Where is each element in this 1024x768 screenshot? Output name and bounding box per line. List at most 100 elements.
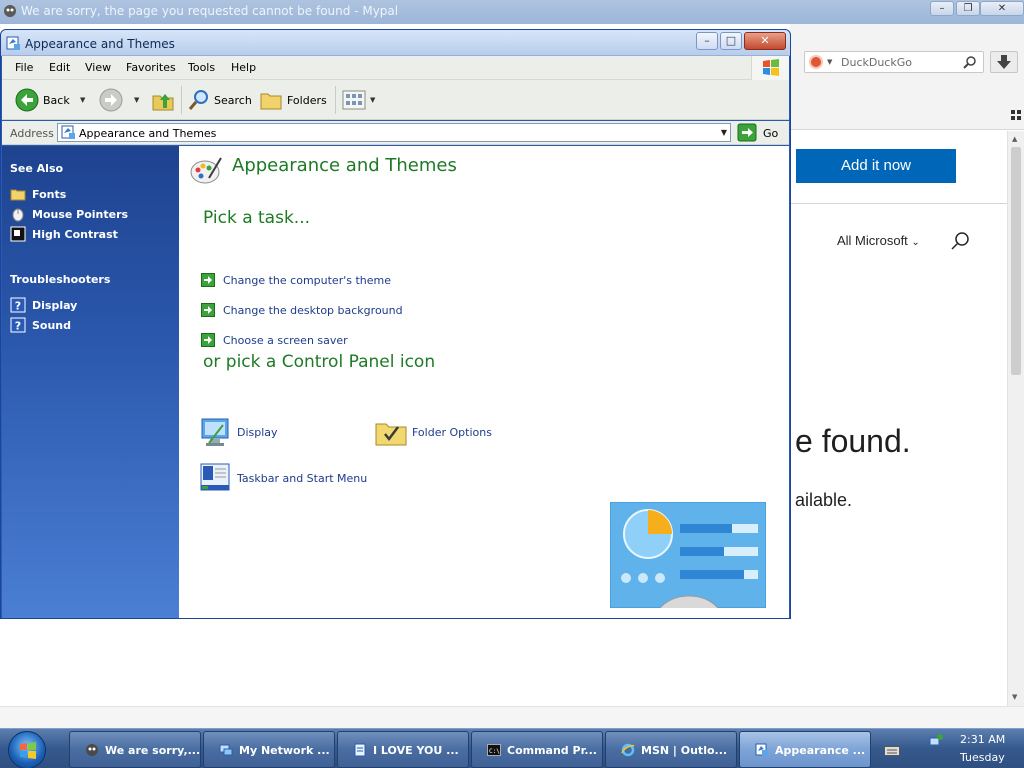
cp-icon-display[interactable]: Display [199,415,369,449]
taskbar: We are sorry,... My Network ... I LOVE Y… [0,728,1024,768]
cp-icon-folder-options[interactable]: Folder Options [374,415,544,449]
background-page: Add it now All Microsoft ⌄ e found. aila… [790,131,1007,706]
taskbar-button-appearance[interactable]: Appearance ... [739,731,871,768]
sidebar-item-fonts[interactable]: Fonts [10,186,170,202]
taskbar-button-msn[interactable]: MSN | Outlo... [605,731,737,768]
scroll-up-icon[interactable]: ▲ [1012,135,1017,143]
search-button[interactable]: Search [185,86,252,114]
views-dropdown-icon[interactable]: ▼ [370,96,375,104]
back-dropdown-icon[interactable]: ▼ [80,96,85,104]
search-icon[interactable] [963,55,977,69]
standard-toolbar: Back ▼ ▼ Search Folders ▼ [2,80,789,120]
menu-view[interactable]: View [85,61,111,74]
task-change-desktop-background[interactable]: Change the desktop background [201,302,461,318]
cp-icon-taskbar-start-menu[interactable]: Taskbar and Start Menu [199,461,369,495]
sidebar-item-display[interactable]: ? Display [10,297,170,313]
menu-tools[interactable]: Tools [188,61,215,74]
sidebar-item-mouse-pointers[interactable]: Mouse Pointers [10,206,170,222]
taskbar-button-network[interactable]: My Network ... [203,731,335,768]
folder-icon [10,189,26,201]
taskbar-button-browser[interactable]: We are sorry,... [69,731,201,768]
troubleshooters-heading: Troubleshooters [10,273,111,286]
sidebar-item-sound[interactable]: ? Sound [10,317,170,333]
clock-day[interactable]: Tuesday [960,751,1005,764]
help-icon: ? [10,297,26,313]
sidebar-item-label: High Contrast [32,228,118,241]
vertical-scrollbar[interactable]: ▲ ▼ [1007,131,1024,706]
download-arrow-icon [997,55,1011,69]
minimize-button[interactable]: – [696,32,718,50]
task-sidebar: See Also Fonts Mouse Pointers High Contr… [2,146,179,618]
download-button[interactable] [990,51,1018,73]
sidebar-item-label: Fonts [32,188,67,201]
background-status-area [0,706,1024,728]
task-choose-screen-saver[interactable]: Choose a screen saver [201,332,461,348]
ie-icon [621,743,635,757]
bg-minimize-button[interactable]: – [930,1,954,16]
go-button[interactable]: Go [737,123,785,142]
scrollbar-thumb[interactable] [1011,147,1021,375]
maximize-button[interactable]: □ [720,32,742,50]
grid-menu-icon[interactable] [1011,110,1021,120]
browser-icon [4,5,16,17]
menu-edit[interactable]: Edit [49,61,70,74]
green-arrow-icon [201,273,215,287]
background-browser-toolbar: ▼ DuckDuckGo [790,24,1024,130]
error-subtext-fragment: ailable. [795,490,853,510]
control-panel-icon [755,743,768,756]
start-button[interactable] [8,731,46,768]
sidebar-item-high-contrast[interactable]: High Contrast [10,226,170,242]
mouse-icon [12,208,24,222]
bg-restore-button[interactable]: ❐ [956,1,980,16]
sidebar-item-label: Mouse Pointers [32,208,129,221]
forward-dropdown-icon[interactable]: ▼ [134,96,139,104]
document-icon [354,743,366,757]
search-icon[interactable] [950,231,970,251]
all-microsoft-label: All Microsoft [837,233,908,248]
taskbar-icon [200,463,230,491]
folders-button[interactable]: Folders [259,86,331,114]
page-title: Appearance and Themes [232,155,457,176]
duckduckgo-search-field[interactable]: ▼ DuckDuckGo [804,51,984,73]
green-arrow-icon [201,303,215,317]
folder-options-icon [375,423,407,446]
views-button[interactable]: ▼ [342,90,378,112]
cp-icon-label: Display [237,426,278,439]
control-panel-icon [61,125,75,139]
explorer-titlebar[interactable]: Appearance and Themes – □ ✕ [1,30,790,56]
taskbar-button-label: My Network ... [239,744,330,757]
network-status-icon[interactable] [928,732,944,748]
duckduckgo-icon [809,55,823,69]
chevron-down-icon[interactable]: ▼ [827,58,832,66]
forward-button[interactable]: ▼ [98,86,146,114]
address-dropdown-icon[interactable]: ▼ [721,128,727,137]
up-folder-icon[interactable] [151,88,175,112]
all-microsoft-menu[interactable]: All Microsoft ⌄ [837,233,920,248]
cp-icon-label: Taskbar and Start Menu [237,472,368,485]
menu-help[interactable]: Help [231,61,256,74]
clock-time[interactable]: 2:31 AM [960,733,1005,746]
taskbar-button-label: I LOVE YOU ... [373,744,459,757]
back-label: Back [43,94,70,107]
go-arrow-icon [737,123,757,142]
scroll-down-icon[interactable]: ▼ [1012,693,1017,701]
or-pick-heading: or pick a Control Panel icon [203,352,436,372]
menu-file[interactable]: File [15,61,33,74]
svg-text:?: ? [15,320,21,333]
address-field[interactable]: Appearance and Themes ▼ [57,123,731,142]
add-it-now-button[interactable]: Add it now [796,149,956,183]
taskbar-button-document[interactable]: I LOVE YOU ... [337,731,469,768]
address-label: Address [10,127,54,140]
close-button[interactable]: ✕ [744,32,786,50]
back-button[interactable]: Back ▼ [12,86,90,114]
menu-bar: File Edit View Favorites Tools Help [2,56,789,80]
taskbar-button-command-prompt[interactable]: C:\ Command Pr... [471,731,603,768]
back-arrow-icon [15,88,39,112]
windows-logo [751,56,789,80]
menu-favorites[interactable]: Favorites [126,61,176,74]
task-label: Change the desktop background [223,304,403,317]
keyboard-icon[interactable] [884,745,900,757]
task-change-theme[interactable]: Change the computer's theme [201,272,461,288]
bg-close-button[interactable]: ✕ [980,1,1024,16]
sidebar-item-label: Display [32,299,78,312]
